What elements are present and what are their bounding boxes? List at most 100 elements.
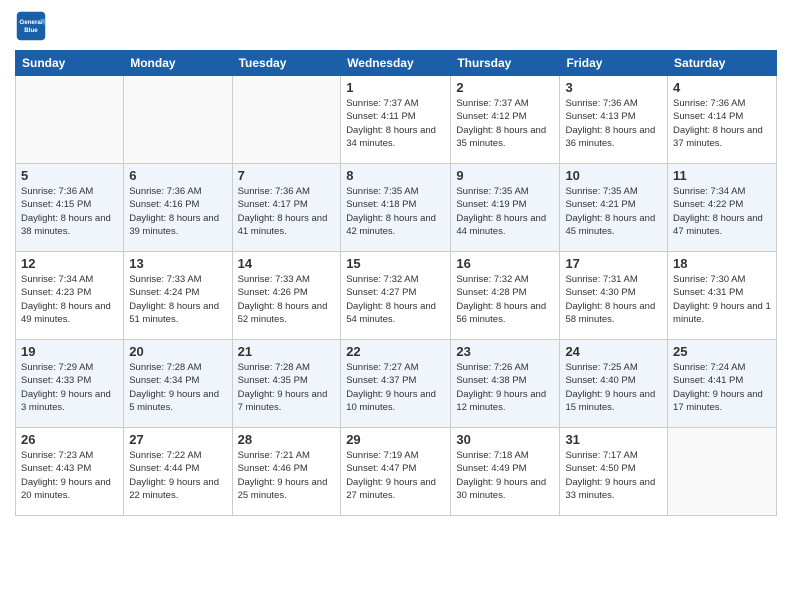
day-number: 26 (21, 432, 118, 447)
day-of-week-header: Thursday (451, 51, 560, 76)
day-info: Sunrise: 7:33 AM Sunset: 4:24 PM Dayligh… (129, 273, 226, 326)
day-info: Sunrise: 7:36 AM Sunset: 4:17 PM Dayligh… (238, 185, 336, 238)
day-number: 11 (673, 168, 771, 183)
day-info: Sunrise: 7:35 AM Sunset: 4:21 PM Dayligh… (565, 185, 662, 238)
calendar-cell: 15 Sunrise: 7:32 AM Sunset: 4:27 PM Dayli… (341, 252, 451, 340)
calendar-cell: 5 Sunrise: 7:36 AM Sunset: 4:15 PM Daylig… (16, 164, 124, 252)
calendar-cell: 18Sunrise: 7:30 AM Sunset: 4:31 PM Dayli… (668, 252, 777, 340)
day-info: Sunrise: 7:28 AM Sunset: 4:35 PM Dayligh… (238, 361, 336, 414)
day-number: 23 (456, 344, 554, 359)
calendar-cell: 20 Sunrise: 7:28 AM Sunset: 4:34 PM Dayli… (124, 340, 232, 428)
calendar-cell: 23 Sunrise: 7:26 AM Sunset: 4:38 PM Dayli… (451, 340, 560, 428)
day-number: 20 (129, 344, 226, 359)
day-info: Sunrise: 7:36 AM Sunset: 4:13 PM Dayligh… (565, 97, 662, 150)
calendar-table: SundayMondayTuesdayWednesdayThursdayFrid… (15, 50, 777, 516)
day-number: 22 (346, 344, 445, 359)
day-info: Sunrise: 7:25 AM Sunset: 4:40 PM Dayligh… (565, 361, 662, 414)
day-number: 10 (565, 168, 662, 183)
day-number: 12 (21, 256, 118, 271)
day-number: 18 (673, 256, 771, 271)
day-number: 7 (238, 168, 336, 183)
day-number: 29 (346, 432, 445, 447)
day-number: 19 (21, 344, 118, 359)
day-of-week-header: Sunday (16, 51, 124, 76)
calendar-cell: 8 Sunrise: 7:35 AM Sunset: 4:18 PM Daylig… (341, 164, 451, 252)
day-info: Sunrise: 7:35 AM Sunset: 4:18 PM Dayligh… (346, 185, 445, 238)
day-number: 15 (346, 256, 445, 271)
calendar-page: General Blue SundayMondayTuesdayWednesda… (0, 0, 792, 612)
day-info: Sunrise: 7:31 AM Sunset: 4:30 PM Dayligh… (565, 273, 662, 326)
day-info: Sunrise: 7:23 AM Sunset: 4:43 PM Dayligh… (21, 449, 118, 502)
day-number: 30 (456, 432, 554, 447)
calendar-cell: 6Sunrise: 7:36 AM Sunset: 4:16 PM Daylig… (124, 164, 232, 252)
day-info: Sunrise: 7:28 AM Sunset: 4:34 PM Dayligh… (129, 361, 226, 414)
day-number: 6 (129, 168, 226, 183)
day-info: Sunrise: 7:18 AM Sunset: 4:49 PM Dayligh… (456, 449, 554, 502)
day-info: Sunrise: 7:34 AM Sunset: 4:22 PM Dayligh… (673, 185, 771, 238)
calendar-cell: 4Sunrise: 7:36 AM Sunset: 4:14 PM Daylig… (668, 76, 777, 164)
day-number: 28 (238, 432, 336, 447)
day-info: Sunrise: 7:33 AM Sunset: 4:26 PM Dayligh… (238, 273, 336, 326)
day-info: Sunrise: 7:24 AM Sunset: 4:41 PM Dayligh… (673, 361, 771, 414)
calendar-cell: 21 Sunrise: 7:28 AM Sunset: 4:35 PM Dayli… (232, 340, 341, 428)
calendar-cell (232, 76, 341, 164)
calendar-cell: 29 Sunrise: 7:19 AM Sunset: 4:47 PM Dayli… (341, 428, 451, 516)
logo: General Blue (15, 10, 51, 42)
calendar-cell: 9 Sunrise: 7:35 AM Sunset: 4:19 PM Daylig… (451, 164, 560, 252)
day-info: Sunrise: 7:32 AM Sunset: 4:28 PM Dayligh… (456, 273, 554, 326)
calendar-cell: 24 Sunrise: 7:25 AM Sunset: 4:40 PM Dayli… (560, 340, 668, 428)
day-number: 31 (565, 432, 662, 447)
logo-icon: General Blue (15, 10, 47, 42)
calendar-cell: 7 Sunrise: 7:36 AM Sunset: 4:17 PM Daylig… (232, 164, 341, 252)
calendar-cell: 11 Sunrise: 7:34 AM Sunset: 4:22 PM Dayli… (668, 164, 777, 252)
day-of-week-header: Tuesday (232, 51, 341, 76)
day-info: Sunrise: 7:34 AM Sunset: 4:23 PM Dayligh… (21, 273, 118, 326)
day-of-week-header: Wednesday (341, 51, 451, 76)
day-number: 2 (456, 80, 554, 95)
day-info: Sunrise: 7:27 AM Sunset: 4:37 PM Dayligh… (346, 361, 445, 414)
day-of-week-header: Monday (124, 51, 232, 76)
calendar-cell: 14Sunrise: 7:33 AM Sunset: 4:26 PM Dayli… (232, 252, 341, 340)
day-info: Sunrise: 7:32 AM Sunset: 4:27 PM Dayligh… (346, 273, 445, 326)
day-number: 8 (346, 168, 445, 183)
page-header: General Blue (15, 10, 777, 42)
calendar-cell: 1Sunrise: 7:37 AM Sunset: 4:11 PM Daylig… (341, 76, 451, 164)
calendar-cell: 19Sunrise: 7:29 AM Sunset: 4:33 PM Dayli… (16, 340, 124, 428)
calendar-cell: 10 Sunrise: 7:35 AM Sunset: 4:21 PM Dayli… (560, 164, 668, 252)
svg-text:Blue: Blue (24, 27, 38, 34)
day-number: 27 (129, 432, 226, 447)
calendar-cell (668, 428, 777, 516)
day-info: Sunrise: 7:36 AM Sunset: 4:14 PM Dayligh… (673, 97, 771, 150)
calendar-cell: 27Sunrise: 7:22 AM Sunset: 4:44 PM Dayli… (124, 428, 232, 516)
calendar-week-row: 5 Sunrise: 7:36 AM Sunset: 4:15 PM Daylig… (16, 164, 777, 252)
day-number: 24 (565, 344, 662, 359)
calendar-cell: 3 Sunrise: 7:36 AM Sunset: 4:13 PM Daylig… (560, 76, 668, 164)
calendar-week-row: 26 Sunrise: 7:23 AM Sunset: 4:43 PM Dayli… (16, 428, 777, 516)
day-number: 16 (456, 256, 554, 271)
day-number: 25 (673, 344, 771, 359)
calendar-week-row: 12 Sunrise: 7:34 AM Sunset: 4:23 PM Dayli… (16, 252, 777, 340)
calendar-cell (16, 76, 124, 164)
calendar-cell: 28 Sunrise: 7:21 AM Sunset: 4:46 PM Dayli… (232, 428, 341, 516)
calendar-cell: 16 Sunrise: 7:32 AM Sunset: 4:28 PM Dayli… (451, 252, 560, 340)
day-number: 9 (456, 168, 554, 183)
calendar-week-row: 1Sunrise: 7:37 AM Sunset: 4:11 PM Daylig… (16, 76, 777, 164)
day-info: Sunrise: 7:26 AM Sunset: 4:38 PM Dayligh… (456, 361, 554, 414)
day-number: 21 (238, 344, 336, 359)
day-info: Sunrise: 7:35 AM Sunset: 4:19 PM Dayligh… (456, 185, 554, 238)
day-number: 3 (565, 80, 662, 95)
svg-text:General: General (19, 19, 42, 26)
day-number: 17 (565, 256, 662, 271)
day-info: Sunrise: 7:37 AM Sunset: 4:12 PM Dayligh… (456, 97, 554, 150)
calendar-week-row: 19Sunrise: 7:29 AM Sunset: 4:33 PM Dayli… (16, 340, 777, 428)
calendar-cell: 26 Sunrise: 7:23 AM Sunset: 4:43 PM Dayli… (16, 428, 124, 516)
calendar-cell: 22 Sunrise: 7:27 AM Sunset: 4:37 PM Dayli… (341, 340, 451, 428)
day-number: 5 (21, 168, 118, 183)
day-info: Sunrise: 7:21 AM Sunset: 4:46 PM Dayligh… (238, 449, 336, 502)
day-number: 13 (129, 256, 226, 271)
day-info: Sunrise: 7:17 AM Sunset: 4:50 PM Dayligh… (565, 449, 662, 502)
day-info: Sunrise: 7:36 AM Sunset: 4:15 PM Dayligh… (21, 185, 118, 238)
day-info: Sunrise: 7:19 AM Sunset: 4:47 PM Dayligh… (346, 449, 445, 502)
day-number: 1 (346, 80, 445, 95)
calendar-header-row: SundayMondayTuesdayWednesdayThursdayFrid… (16, 51, 777, 76)
